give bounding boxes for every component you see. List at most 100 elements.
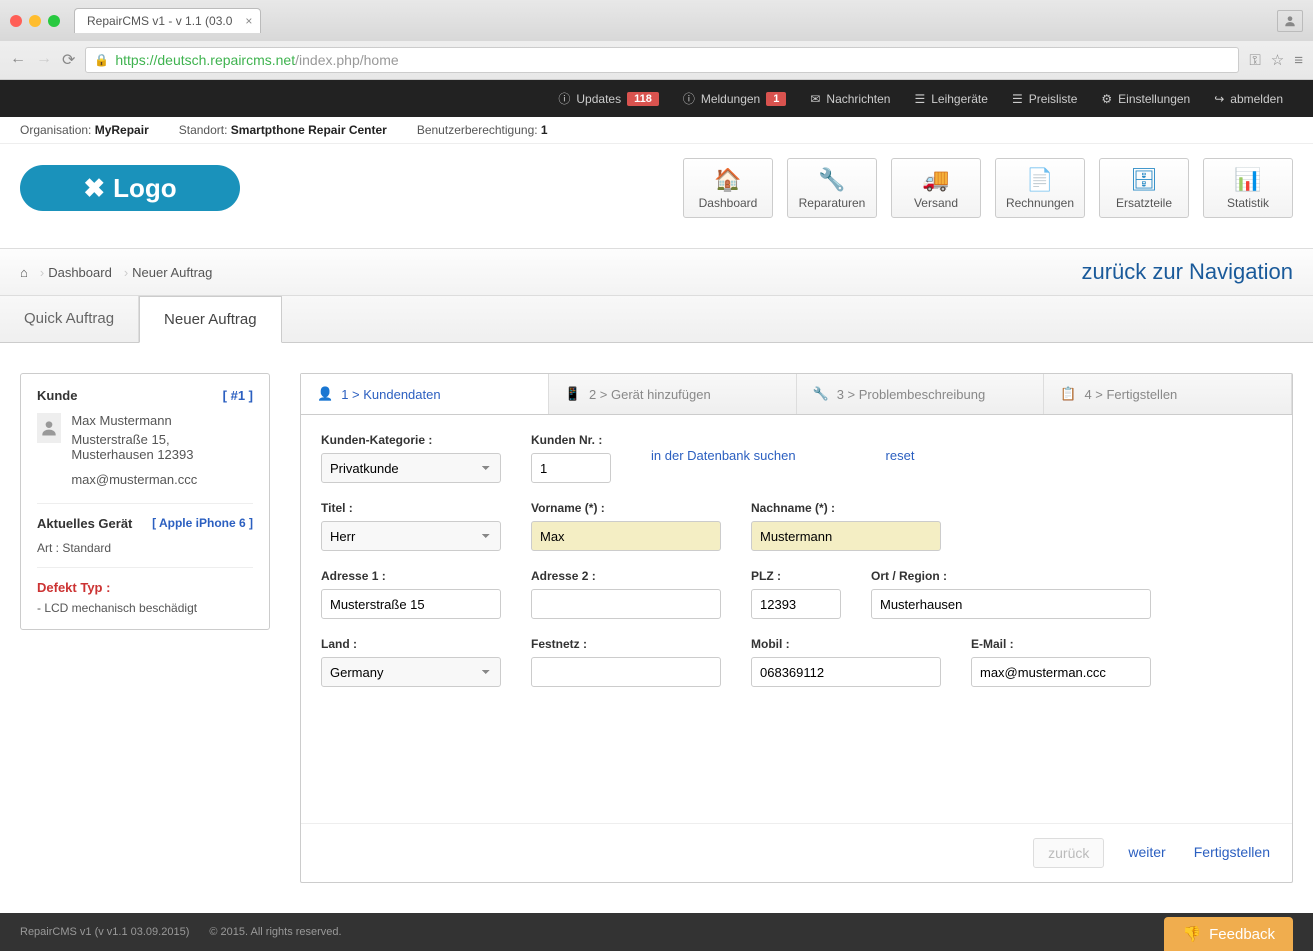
wrench-icon: ✖ bbox=[83, 173, 105, 204]
titel-select[interactable]: Herr bbox=[321, 521, 501, 551]
tab-close-icon[interactable]: × bbox=[245, 14, 252, 28]
org-value: MyRepair bbox=[95, 123, 149, 137]
land-select[interactable]: Germany bbox=[321, 657, 501, 687]
feedback-button[interactable]: 👎 Feedback bbox=[1164, 917, 1293, 951]
nav-leihgeraete[interactable]: ☰ Leihgeräte bbox=[902, 80, 999, 117]
maximize-icon[interactable] bbox=[48, 15, 60, 27]
nav-preisliste-label: Preisliste bbox=[1029, 92, 1078, 106]
address-bar[interactable]: 🔒 https://deutsch.repaircms.net/index.ph… bbox=[85, 47, 1239, 73]
titel-label: Titel : bbox=[321, 501, 501, 515]
db-search-link[interactable]: in der Datenbank suchen bbox=[651, 448, 796, 469]
tile-rechnungen[interactable]: 📄 Rechnungen bbox=[995, 158, 1085, 218]
nav-controls: ← → ⟳ bbox=[10, 50, 75, 70]
breadcrumb-row: ⌂ › Dashboard › Neuer Auftrag zurück zur… bbox=[0, 248, 1313, 296]
ort-input[interactable] bbox=[871, 589, 1151, 619]
home-icon: 🏠 bbox=[714, 167, 741, 193]
tab-quick-auftrag[interactable]: Quick Auftrag bbox=[0, 296, 139, 342]
crumb-dashboard[interactable]: Dashboard bbox=[48, 265, 112, 280]
addr2-input[interactable] bbox=[531, 589, 721, 619]
tile-rechnungen-label: Rechnungen bbox=[1006, 196, 1074, 210]
info-row: Organisation: MyRepair Standort: Smartpt… bbox=[0, 117, 1313, 144]
user-icon: 👤 bbox=[317, 386, 333, 402]
tile-statistik[interactable]: 📊Statistik bbox=[1203, 158, 1293, 218]
nav-meldungen[interactable]: ⓘ Meldungen 1 bbox=[671, 80, 799, 117]
top-nav: ⓘ Updates 118 ⓘ Meldungen 1 ✉ Nachrichte… bbox=[0, 80, 1313, 117]
addr1-input[interactable] bbox=[321, 589, 501, 619]
defekt-item: - LCD mechanisch beschädigt bbox=[37, 601, 253, 615]
step-4[interactable]: 📋4 > Fertigstellen bbox=[1044, 374, 1292, 414]
back-icon[interactable]: ← bbox=[10, 50, 26, 70]
plz-input[interactable] bbox=[751, 589, 841, 619]
window-controls bbox=[10, 15, 60, 27]
category-select[interactable]: Privatkunde bbox=[321, 453, 501, 483]
nachname-input[interactable] bbox=[751, 521, 941, 551]
addr2-label: Adresse 2 : bbox=[531, 569, 721, 583]
invoice-icon: 📄 bbox=[1026, 167, 1053, 193]
page-footer: RepairCMS v1 (v v1.1 03.09.2015) © 2015.… bbox=[0, 913, 1313, 951]
titlebar: RepairCMS v1 - v 1.1 (03.0 × bbox=[0, 0, 1313, 41]
step-2[interactable]: 📱2 > Gerät hinzufügen bbox=[549, 374, 797, 414]
finish-button[interactable]: Fertigstellen bbox=[1190, 838, 1274, 868]
footer-copyright: © 2015. All rights reserved. bbox=[209, 926, 341, 938]
category-label: Kunden-Kategorie : bbox=[321, 433, 501, 447]
step-3-label: 3 > Problembeschreibung bbox=[837, 387, 986, 402]
tile-ersatzteile[interactable]: 🗄Ersatzteile bbox=[1099, 158, 1189, 218]
defekt-label: Defekt Typ : bbox=[37, 580, 253, 595]
close-icon[interactable] bbox=[10, 15, 22, 27]
form-area: Kunden-Kategorie : Privatkunde Kunden Nr… bbox=[301, 415, 1292, 723]
org-label: Organisation: bbox=[20, 123, 91, 137]
logout-icon: ↪ bbox=[1214, 92, 1224, 106]
browser-tab[interactable]: RepairCMS v1 - v 1.1 (03.0 × bbox=[74, 8, 261, 33]
logo-text: Logo bbox=[113, 173, 177, 204]
nav-einstellungen[interactable]: ⚙ Einstellungen bbox=[1089, 80, 1202, 117]
reset-link[interactable]: reset bbox=[886, 448, 915, 469]
kunde-id: [ #1 ] bbox=[223, 388, 253, 403]
forward-icon[interactable]: → bbox=[36, 50, 52, 70]
nav-abmelden[interactable]: ↪ abmelden bbox=[1202, 80, 1295, 117]
tab-neuer-auftrag[interactable]: Neuer Auftrag bbox=[139, 296, 282, 343]
next-button[interactable]: weiter bbox=[1124, 838, 1169, 868]
vorname-input[interactable] bbox=[531, 521, 721, 551]
list-icon: ☰ bbox=[914, 92, 925, 106]
ort-label: Ort / Region : bbox=[871, 569, 1151, 583]
key-icon[interactable]: ⚿ bbox=[1249, 52, 1260, 69]
loc-value: Smartpthone Repair Center bbox=[231, 123, 387, 137]
star-icon[interactable]: ☆ bbox=[1271, 51, 1284, 69]
customer-address: Musterstraße 15, Musterhausen 12393 bbox=[71, 432, 253, 462]
customer-nr-input[interactable] bbox=[531, 453, 611, 483]
tools-icon: 🔧 bbox=[818, 167, 845, 193]
header: ✖ Logo 🏠Dashboard 🔧Reparaturen 🚚Versand … bbox=[0, 144, 1313, 248]
menu-icon[interactable]: ≡ bbox=[1294, 52, 1303, 69]
tile-ersatzteile-label: Ersatzteile bbox=[1116, 196, 1172, 210]
tile-reparaturen[interactable]: 🔧Reparaturen bbox=[787, 158, 877, 218]
customer-name: Max Mustermann bbox=[71, 413, 253, 428]
step-2-label: 2 > Gerät hinzufügen bbox=[589, 387, 711, 402]
url-path: /index.php/home bbox=[295, 52, 399, 68]
tile-versand[interactable]: 🚚Versand bbox=[891, 158, 981, 218]
logo[interactable]: ✖ Logo bbox=[20, 165, 240, 211]
nav-updates[interactable]: ⓘ Updates 118 bbox=[546, 80, 670, 117]
festnetz-input[interactable] bbox=[531, 657, 721, 687]
meldungen-badge: 1 bbox=[766, 92, 786, 106]
nav-preisliste[interactable]: ☰ Preisliste bbox=[1000, 80, 1089, 117]
mobil-input[interactable] bbox=[751, 657, 941, 687]
minimize-icon[interactable] bbox=[29, 15, 41, 27]
home-icon[interactable]: ⌂ bbox=[20, 265, 28, 280]
device-label: Aktuelles Gerät bbox=[37, 516, 132, 531]
step-3[interactable]: 🔧3 > Problembeschreibung bbox=[797, 374, 1045, 414]
profile-icon[interactable] bbox=[1277, 10, 1303, 32]
email-input[interactable] bbox=[971, 657, 1151, 687]
form-actions: zurück weiter Fertigstellen bbox=[301, 823, 1292, 882]
avatar-icon bbox=[37, 413, 61, 443]
device-id: [ Apple iPhone 6 ] bbox=[152, 516, 253, 531]
gear-icon: ⚙ bbox=[1101, 92, 1112, 106]
info-icon: ⓘ bbox=[683, 90, 695, 107]
sidebar-card: Kunde [ #1 ] Max Mustermann Musterstraße… bbox=[20, 373, 270, 630]
tile-dashboard[interactable]: 🏠Dashboard bbox=[683, 158, 773, 218]
back-to-nav-link[interactable]: zurück zur Navigation bbox=[1081, 259, 1293, 285]
nav-nachrichten[interactable]: ✉ Nachrichten bbox=[798, 80, 902, 117]
reload-icon[interactable]: ⟳ bbox=[62, 50, 75, 70]
step-1[interactable]: 👤1 > Kundendaten bbox=[301, 374, 549, 414]
nav-nachrichten-label: Nachrichten bbox=[826, 92, 890, 106]
nav-tiles: 🏠Dashboard 🔧Reparaturen 🚚Versand 📄 Rechnu… bbox=[683, 158, 1293, 218]
